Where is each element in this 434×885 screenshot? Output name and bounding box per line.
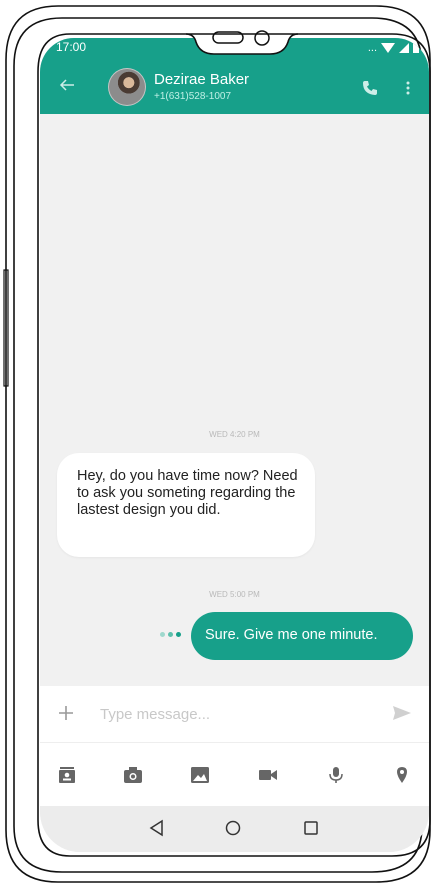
camera-notch	[185, 30, 299, 55]
